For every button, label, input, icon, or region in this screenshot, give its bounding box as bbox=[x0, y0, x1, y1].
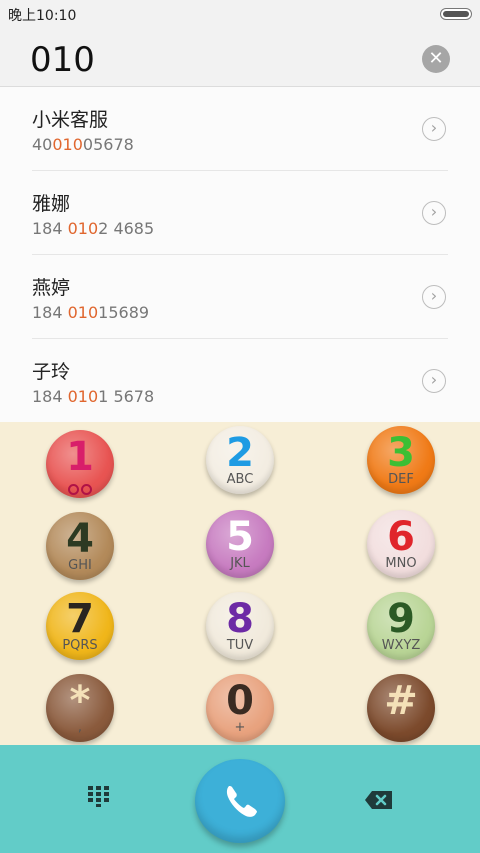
chevron-right-icon[interactable]: › bbox=[422, 201, 446, 225]
key-letters: PQRS bbox=[62, 638, 98, 653]
key-digit: 2 bbox=[226, 430, 254, 476]
clear-button[interactable]: ✕ bbox=[422, 45, 450, 73]
voicemail-icon bbox=[46, 480, 114, 499]
contact-name: 小米客服 bbox=[32, 109, 109, 131]
key-digit: 9 bbox=[387, 596, 415, 642]
dial-query[interactable]: 010 bbox=[30, 40, 95, 80]
key-letters: TUV bbox=[226, 638, 254, 653]
key-8[interactable]: 8 TUV bbox=[206, 592, 274, 660]
key-digit: 3 bbox=[387, 430, 415, 476]
key-digit: 7 bbox=[66, 596, 94, 642]
contact-item[interactable]: 雅娜 184 0102 4685 › bbox=[0, 171, 480, 255]
key-letters: + bbox=[234, 720, 246, 735]
contact-item[interactable]: 小米客服 4001005678 › bbox=[0, 87, 480, 171]
contact-results: 小米客服 4001005678 › 雅娜 184 0102 4685 › 燕婷 … bbox=[0, 87, 480, 422]
key-9[interactable]: 9 WXYZ bbox=[367, 592, 435, 660]
chevron-right-icon[interactable]: › bbox=[422, 369, 446, 393]
battery-icon bbox=[440, 8, 472, 20]
close-icon: ✕ bbox=[428, 48, 444, 69]
contact-number: 4001005678 bbox=[32, 135, 134, 154]
dial-keypad: 1 2 ABC 3 DEF 4 GHI 5 JKL 6 MNO 7 PQRS 8… bbox=[0, 422, 480, 745]
key-letters: ABC bbox=[226, 472, 254, 487]
contact-item[interactable]: 子玲 184 0101 5678 › bbox=[0, 339, 480, 423]
key-digit: 4 bbox=[66, 516, 94, 562]
key-letters: JKL bbox=[230, 556, 250, 571]
contact-name: 子玲 bbox=[32, 361, 71, 383]
key-5[interactable]: 5 JKL bbox=[206, 510, 274, 578]
chevron-right-icon[interactable]: › bbox=[422, 117, 446, 141]
key-6[interactable]: 6 MNO bbox=[367, 510, 435, 578]
call-button[interactable] bbox=[195, 759, 285, 843]
key-7[interactable]: 7 PQRS bbox=[46, 592, 114, 660]
key-digit: 8 bbox=[226, 596, 254, 642]
key-hash[interactable]: # bbox=[367, 674, 435, 742]
key-letters: DEF bbox=[388, 472, 414, 487]
key-1[interactable]: 1 bbox=[46, 430, 114, 498]
dialer-bottom-bar bbox=[0, 745, 480, 853]
key-letters: , bbox=[77, 720, 83, 735]
contact-number: 184 0101 5678 bbox=[32, 387, 155, 406]
key-digit: 6 bbox=[387, 514, 415, 560]
backspace-icon[interactable] bbox=[364, 789, 394, 811]
key-letters: WXYZ bbox=[381, 638, 421, 653]
contact-number: 184 0102 4685 bbox=[32, 219, 155, 238]
phone-icon bbox=[226, 786, 257, 817]
key-star[interactable]: * , bbox=[46, 674, 114, 742]
key-0[interactable]: 0 + bbox=[206, 674, 274, 742]
number-match: 010 bbox=[67, 219, 99, 238]
dialpad-icon[interactable] bbox=[88, 786, 110, 808]
key-3[interactable]: 3 DEF bbox=[367, 426, 435, 494]
status-bar: 晚上10:10 bbox=[0, 0, 480, 28]
key-digit: 0 bbox=[226, 678, 254, 724]
key-digit: 1 bbox=[66, 434, 94, 480]
chevron-right-icon[interactable]: › bbox=[422, 285, 446, 309]
key-2[interactable]: 2 ABC bbox=[206, 426, 274, 494]
number-match: 010 bbox=[67, 303, 99, 322]
contact-name: 燕婷 bbox=[32, 277, 71, 299]
contact-name: 雅娜 bbox=[32, 193, 71, 215]
search-bar[interactable]: 010 ✕ bbox=[0, 28, 480, 87]
key-4[interactable]: 4 GHI bbox=[46, 512, 114, 580]
key-letters: MNO bbox=[385, 556, 417, 571]
status-time: 晚上10:10 bbox=[8, 8, 77, 24]
key-digit: * bbox=[69, 678, 91, 724]
key-digit: 5 bbox=[226, 514, 254, 560]
contact-item[interactable]: 燕婷 184 01015689 › bbox=[0, 255, 480, 339]
number-match: 010 bbox=[52, 135, 83, 154]
key-digit: # bbox=[384, 678, 418, 724]
number-match: 010 bbox=[67, 387, 99, 406]
key-letters: GHI bbox=[68, 558, 92, 573]
contact-number: 184 01015689 bbox=[32, 303, 150, 322]
